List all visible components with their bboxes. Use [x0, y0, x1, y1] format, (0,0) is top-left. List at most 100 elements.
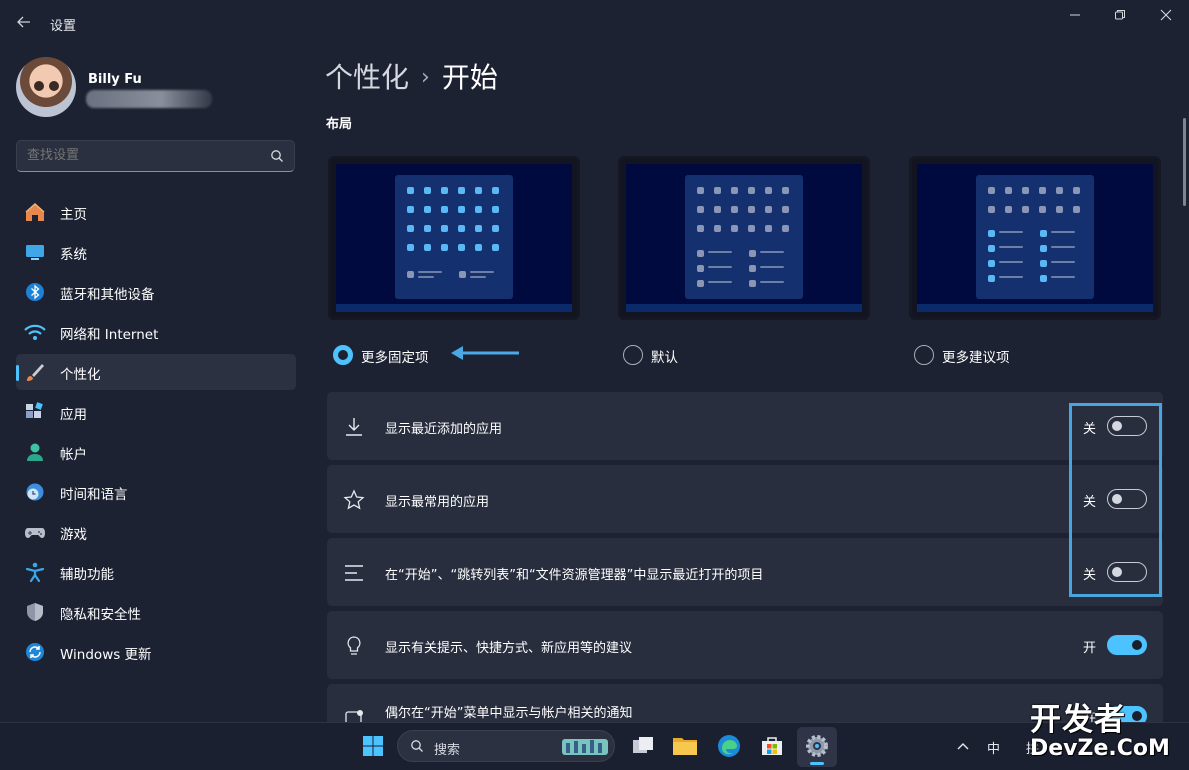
update-icon	[26, 643, 44, 661]
sidebar-item-label: 系统	[60, 247, 87, 263]
minimize-icon[interactable]	[1061, 8, 1089, 28]
search-icon	[271, 150, 283, 162]
layout-preview-more-recommendations[interactable]	[909, 156, 1161, 320]
accessibility-icon	[25, 562, 45, 582]
annotation-arrow-icon	[451, 346, 519, 360]
title-bar: 设置	[0, 0, 1189, 46]
wifi-icon	[24, 324, 46, 340]
store-icon[interactable]	[757, 731, 787, 761]
watermark-text: 开发者	[1030, 702, 1126, 738]
sidebar-item-apps[interactable]: 应用	[16, 394, 296, 430]
sidebar-item-label: 个性化	[60, 367, 101, 383]
watermark-domain: DevZe.CoM	[1030, 736, 1170, 761]
sidebar-item-label: 时间和语言	[60, 487, 128, 503]
radio-label: 更多建议项	[942, 350, 1010, 366]
home-icon	[25, 202, 45, 221]
sidebar-item-label: 游戏	[60, 527, 87, 543]
taskbar: 搜索 中 拼	[0, 722, 1189, 770]
sidebar-item-gaming[interactable]: 游戏	[16, 514, 296, 550]
taskbar-search-label: 搜索	[434, 743, 461, 758]
sidebar-item-system[interactable]: 系统	[16, 234, 296, 270]
sidebar-item-label: 主页	[60, 207, 87, 223]
sidebar-item-home[interactable]: 主页	[16, 194, 296, 230]
sidebar-item-time-language[interactable]: 时间和语言	[16, 474, 296, 510]
setting-row-most-used[interactable]: 显示最常用的应用 关	[327, 465, 1163, 533]
close-icon[interactable]	[1152, 8, 1180, 28]
highlight-box	[1069, 403, 1162, 597]
sidebar-item-label: 网络和 Internet	[60, 327, 159, 343]
setting-row-suggestions[interactable]: 显示有关提示、快捷方式、新应用等的建议 开	[327, 611, 1163, 679]
bluetooth-icon	[26, 283, 44, 301]
sidebar-item-network[interactable]: 网络和 Internet	[16, 314, 296, 350]
scrollbar[interactable]	[1183, 118, 1186, 206]
setting-label: 显示最常用的应用	[385, 495, 490, 510]
setting-label: 在“开始”、“跳转列表”和“文件资源管理器”中显示最近打开的项目	[385, 568, 764, 583]
sidebar-item-label: 蓝牙和其他设备	[60, 287, 155, 303]
clock-globe-icon	[26, 483, 44, 501]
setting-label: 显示有关提示、快捷方式、新应用等的建议	[385, 641, 633, 656]
restore-icon[interactable]	[1106, 8, 1134, 28]
radio-button[interactable]	[333, 345, 353, 365]
gamepad-icon	[25, 528, 45, 538]
settings-search-box[interactable]	[16, 140, 295, 172]
sidebar-item-label: 应用	[60, 407, 87, 423]
taskbar-search[interactable]: 搜索	[397, 730, 615, 762]
avatar[interactable]	[16, 57, 76, 117]
brush-icon	[27, 364, 44, 381]
user-email-blurred	[86, 90, 212, 108]
radio-button[interactable]	[623, 345, 643, 365]
notification-icon	[345, 710, 363, 722]
back-arrow-icon[interactable]	[14, 14, 34, 34]
layout-section-title: 布局	[326, 117, 353, 132]
file-explorer-icon[interactable]	[670, 731, 700, 761]
radio-label: 默认	[651, 350, 678, 366]
settings-window: 设置 Billy Fu 主页 系统 蓝牙和其他设备	[0, 0, 1189, 722]
windows-start-icon[interactable]	[358, 731, 388, 761]
chevron-up-icon[interactable]	[956, 741, 970, 751]
apps-icon	[26, 402, 43, 418]
sidebar-nav: 主页 系统 蓝牙和其他设备 网络和 Internet 个性化 应用 帐户 时间和…	[16, 194, 296, 674]
radio-button[interactable]	[914, 345, 934, 365]
window-title: 设置	[50, 19, 77, 34]
toggle-switch[interactable]	[1107, 635, 1147, 655]
sidebar-item-bluetooth[interactable]: 蓝牙和其他设备	[16, 274, 296, 310]
sidebar-item-accounts[interactable]: 帐户	[16, 434, 296, 470]
breadcrumb-parent[interactable]: 个性化	[325, 61, 409, 94]
download-icon	[346, 418, 362, 436]
search-input[interactable]	[27, 148, 257, 163]
preview-start-menu	[685, 175, 803, 299]
user-name: Billy Fu	[88, 72, 142, 87]
gear-icon	[806, 735, 828, 757]
setting-label: 偶尔在“开始”菜单中显示与帐户相关的通知	[385, 706, 633, 721]
sidebar-item-windows-update[interactable]: Windows 更新	[16, 634, 296, 670]
settings-app-active[interactable]	[797, 727, 837, 767]
ime-indicator[interactable]: 中	[987, 738, 1000, 757]
sidebar-item-personalization[interactable]: 个性化	[16, 354, 296, 390]
setting-label: 显示最近添加的应用	[385, 422, 503, 437]
breadcrumb: 个性化 › 开始	[325, 56, 498, 96]
search-highlight-icon	[562, 739, 608, 755]
list-icon	[345, 565, 363, 581]
sidebar-item-label: 辅助功能	[60, 567, 114, 583]
edge-icon[interactable]	[714, 731, 744, 761]
preview-start-menu	[395, 175, 513, 299]
setting-row-recently-added[interactable]: 显示最近添加的应用 关	[327, 392, 1163, 460]
setting-row-recent-items[interactable]: 在“开始”、“跳转列表”和“文件资源管理器”中显示最近打开的项目 关	[327, 538, 1163, 606]
breadcrumb-separator: ›	[421, 65, 430, 90]
preview-start-menu	[976, 175, 1094, 299]
layout-preview-default[interactable]	[618, 156, 870, 320]
sidebar-item-accessibility[interactable]: 辅助功能	[16, 554, 296, 590]
sidebar-item-label: 隐私和安全性	[60, 607, 141, 623]
layout-preview-more-pins[interactable]	[328, 156, 580, 320]
lightbulb-icon	[347, 636, 361, 655]
task-view-icon[interactable]	[628, 731, 658, 761]
radio-label: 更多固定项	[361, 350, 429, 366]
shield-icon	[27, 603, 43, 621]
sidebar-item-label: Windows 更新	[60, 647, 152, 663]
sidebar-item-privacy[interactable]: 隐私和安全性	[16, 594, 296, 630]
star-icon	[343, 489, 365, 510]
system-icon	[26, 245, 44, 260]
page-title: 开始	[441, 61, 498, 94]
sidebar-item-label: 帐户	[60, 447, 87, 463]
toggle-state-text: 开	[1082, 641, 1096, 656]
